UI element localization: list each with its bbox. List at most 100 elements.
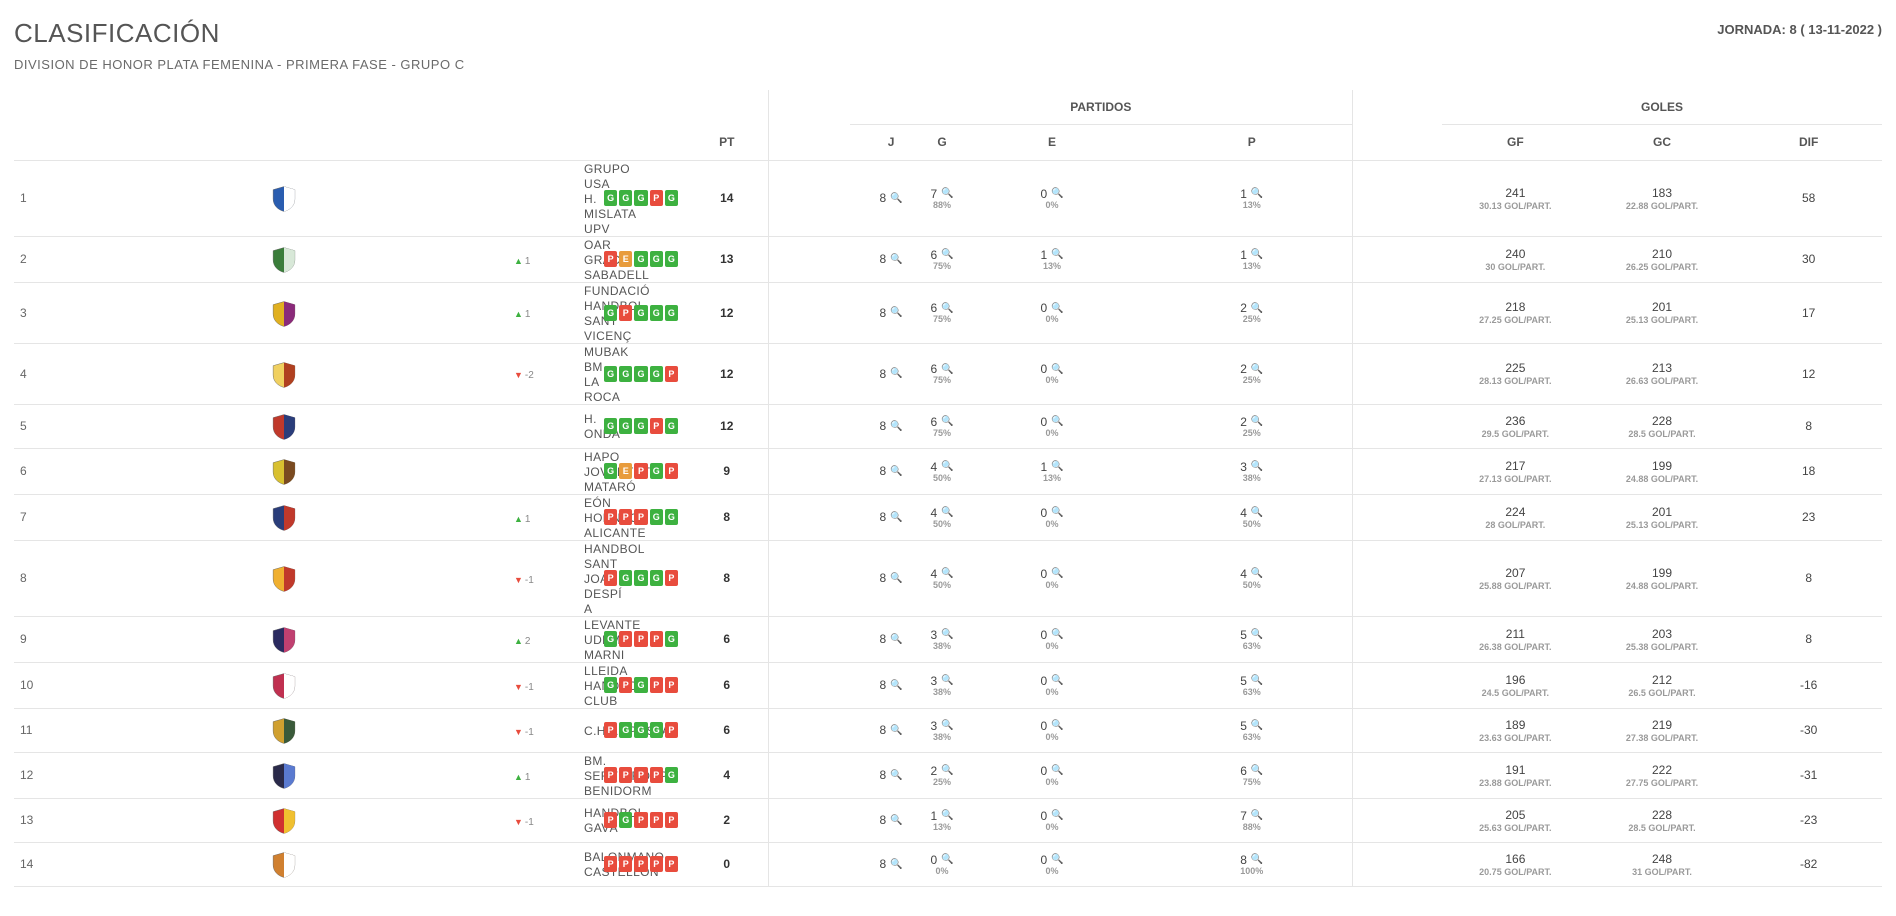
- points: 13: [686, 236, 768, 282]
- magnify-icon: 🔍: [1051, 720, 1063, 731]
- stat-cell[interactable]: 8🔍: [850, 419, 932, 433]
- streak-pill: G: [665, 767, 678, 783]
- stat-cell[interactable]: 1🔍 13%: [952, 460, 1152, 483]
- stat-cell[interactable]: 3🔍 38%: [932, 628, 952, 651]
- stat-cell[interactable]: 0🔍 0%: [952, 362, 1152, 385]
- streak-pill: P: [665, 722, 678, 738]
- streak: PPPPP: [604, 856, 686, 872]
- position-change: ▲2: [514, 616, 584, 662]
- stat-cell[interactable]: 2🔍 25%: [1152, 415, 1352, 438]
- streak-pill: G: [604, 631, 617, 647]
- stat-cell[interactable]: 0🔍 0%: [932, 853, 952, 876]
- stat-cell[interactable]: 0🔍 0%: [952, 764, 1152, 787]
- stat-cell[interactable]: 6🔍 75%: [932, 362, 952, 385]
- stat-cell[interactable]: 7🔍 88%: [932, 187, 952, 210]
- stat-cell[interactable]: 6🔍 75%: [1152, 764, 1352, 787]
- stat-cell[interactable]: 0🔍 0%: [952, 301, 1152, 324]
- stat-cell[interactable]: 4🔍 50%: [1152, 506, 1352, 529]
- stat-cell[interactable]: 3🔍 38%: [932, 674, 952, 697]
- stat-cell[interactable]: 0🔍 0%: [952, 674, 1152, 697]
- stat-cell[interactable]: 8🔍 100%: [1152, 853, 1352, 876]
- team-shield[interactable]: [54, 798, 514, 842]
- streak-pill: P: [650, 418, 663, 434]
- streak-pill: P: [619, 305, 632, 321]
- stat-cell[interactable]: 6🔍 75%: [932, 248, 952, 271]
- goal-cell: 21026.25 GOL/PART.: [1589, 247, 1736, 272]
- stat-cell[interactable]: 7🔍 88%: [1152, 809, 1352, 832]
- goal-cell: 21226.5 GOL/PART.: [1589, 673, 1736, 698]
- goal-cell: 19924.88 GOL/PART.: [1589, 566, 1736, 591]
- stat-cell[interactable]: 0🔍 0%: [952, 719, 1152, 742]
- stat-cell[interactable]: 5🔍 63%: [1152, 719, 1352, 742]
- stat-cell[interactable]: 8🔍: [850, 813, 932, 827]
- goal-cell: 22428 GOL/PART.: [1442, 505, 1589, 530]
- magnify-icon: 🔍: [1051, 675, 1063, 686]
- team-shield[interactable]: [54, 616, 514, 662]
- stat-cell[interactable]: 0🔍 0%: [952, 567, 1152, 590]
- stat-cell[interactable]: 8🔍: [850, 367, 932, 381]
- stat-cell[interactable]: 5🔍 63%: [1152, 628, 1352, 651]
- stat-cell[interactable]: 4🔍 50%: [932, 506, 952, 529]
- team-shield[interactable]: [54, 662, 514, 708]
- stat-cell[interactable]: 8🔍: [850, 571, 932, 585]
- magnify-icon: 🔍: [1251, 765, 1263, 776]
- stat-cell[interactable]: 8🔍: [850, 768, 932, 782]
- stat-cell[interactable]: 1🔍 13%: [952, 248, 1152, 271]
- team-shield[interactable]: [54, 343, 514, 404]
- position: 4: [14, 343, 54, 404]
- position-change-icon: ▲1: [514, 514, 530, 525]
- stat-cell[interactable]: 6🔍 75%: [932, 301, 952, 324]
- team-shield[interactable]: [54, 842, 514, 886]
- magnify-icon: 🔍: [1251, 629, 1263, 640]
- stat-cell[interactable]: 0🔍 0%: [952, 506, 1152, 529]
- streak-pill: G: [619, 418, 632, 434]
- streak-pill: G: [650, 463, 663, 479]
- stat-cell[interactable]: 0🔍 0%: [952, 628, 1152, 651]
- stat-cell[interactable]: 6🔍 75%: [932, 415, 952, 438]
- stat-cell[interactable]: 8🔍: [850, 191, 932, 205]
- stat-cell[interactable]: 8🔍: [850, 857, 932, 871]
- team-shield[interactable]: [54, 540, 514, 616]
- stat-cell[interactable]: 1🔍 13%: [1152, 248, 1352, 271]
- team-shield[interactable]: [54, 282, 514, 343]
- team-shield[interactable]: [54, 448, 514, 494]
- stat-cell[interactable]: 8🔍: [850, 678, 932, 692]
- stat-cell[interactable]: 2🔍 25%: [1152, 301, 1352, 324]
- stat-cell[interactable]: 4🔍 50%: [1152, 567, 1352, 590]
- stat-cell[interactable]: 5🔍 63%: [1152, 674, 1352, 697]
- stat-cell[interactable]: 8🔍: [850, 252, 932, 266]
- stat-cell[interactable]: 0🔍 0%: [952, 187, 1152, 210]
- stat-cell[interactable]: 1🔍 13%: [1152, 187, 1352, 210]
- stat-cell[interactable]: 0🔍 0%: [952, 809, 1152, 832]
- team-shield[interactable]: [54, 236, 514, 282]
- magnify-icon: 🔍: [1251, 364, 1263, 375]
- stat-cell[interactable]: 2🔍 25%: [1152, 362, 1352, 385]
- streak-pill: G: [619, 366, 632, 382]
- goal-cell: 22828.5 GOL/PART.: [1589, 414, 1736, 439]
- stat-cell[interactable]: 8🔍: [850, 510, 932, 524]
- stat-cell[interactable]: 1🔍 13%: [932, 809, 952, 832]
- stat-cell[interactable]: 8🔍: [850, 306, 932, 320]
- stat-cell[interactable]: 8🔍: [850, 632, 932, 646]
- magnify-icon: 🔍: [1251, 249, 1263, 260]
- position-change-icon: ▼-1: [514, 817, 534, 828]
- streak-pill: P: [619, 856, 632, 872]
- stat-cell[interactable]: 8🔍: [850, 464, 932, 478]
- stat-cell[interactable]: 4🔍 50%: [932, 460, 952, 483]
- team-shield[interactable]: [54, 160, 514, 236]
- team-shield[interactable]: [54, 494, 514, 540]
- team-shield[interactable]: [54, 752, 514, 798]
- magnify-icon: 🔍: [890, 421, 902, 432]
- team-shield[interactable]: [54, 708, 514, 752]
- team-shield[interactable]: [54, 404, 514, 448]
- goal-diff: -31: [1735, 752, 1882, 798]
- goal-cell: 20725.88 GOL/PART.: [1442, 566, 1589, 591]
- stat-cell[interactable]: 8🔍: [850, 723, 932, 737]
- stat-cell[interactable]: 4🔍 50%: [932, 567, 952, 590]
- stat-cell[interactable]: 0🔍 0%: [952, 415, 1152, 438]
- position-change-icon: ▲1: [514, 309, 530, 320]
- stat-cell[interactable]: 0🔍 0%: [952, 853, 1152, 876]
- stat-cell[interactable]: 2🔍 25%: [932, 764, 952, 787]
- stat-cell[interactable]: 3🔍 38%: [1152, 460, 1352, 483]
- stat-cell[interactable]: 3🔍 38%: [932, 719, 952, 742]
